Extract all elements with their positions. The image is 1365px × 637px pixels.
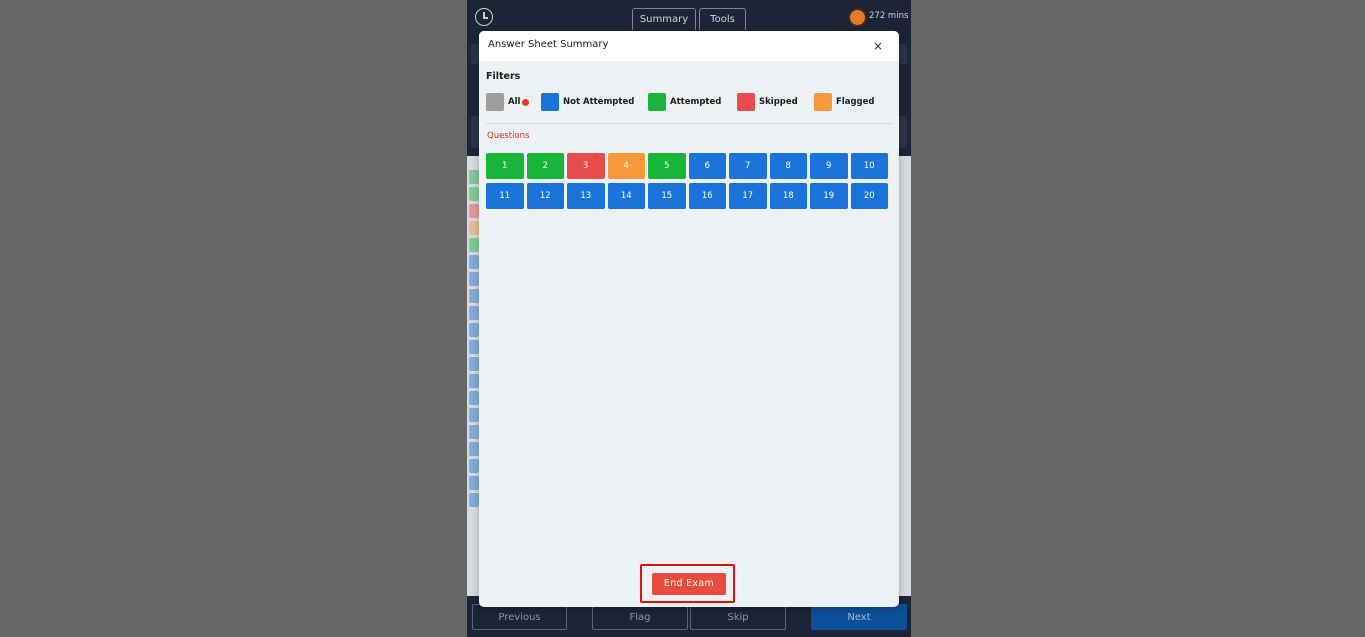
questions-heading: Questions	[487, 131, 530, 141]
active-filter-indicator	[522, 99, 529, 106]
sidebar-question-marker	[469, 391, 479, 405]
filter-attempted-label: Attempted	[670, 97, 722, 107]
close-icon[interactable]: ×	[871, 39, 885, 53]
sidebar-question-marker	[469, 306, 479, 320]
filters-heading: Filters	[486, 71, 521, 82]
skip-button[interactable]: Skip	[690, 604, 786, 630]
tab-summary[interactable]: Summary	[632, 8, 696, 30]
filter-flagged-label: Flagged	[836, 97, 875, 107]
question-button-17[interactable]: 17	[729, 183, 767, 209]
clock-icon	[475, 8, 493, 26]
sidebar-question-marker	[469, 493, 479, 507]
divider	[486, 123, 892, 124]
tab-tools[interactable]: Tools	[699, 8, 746, 30]
answer-sheet-summary-modal: Answer Sheet Summary × Filters All Not A…	[479, 31, 899, 607]
sidebar-question-marker	[469, 221, 479, 235]
filter-not-attempted[interactable]: Not Attempted	[541, 93, 635, 111]
filter-all-label: All	[508, 97, 521, 107]
question-button-13[interactable]: 13	[567, 183, 605, 209]
question-button-1[interactable]: 1	[486, 153, 524, 179]
end-exam-button[interactable]: End Exam	[652, 573, 726, 595]
sidebar-question-marker	[469, 408, 479, 422]
previous-button[interactable]: Previous	[472, 604, 567, 630]
sidebar-question-marker	[469, 170, 479, 184]
question-button-14[interactable]: 14	[607, 183, 645, 209]
filter-not-attempted-swatch	[541, 93, 559, 111]
sidebar-question-marker	[469, 289, 479, 303]
filter-all-swatch	[486, 93, 504, 111]
sidebar-question-marker	[469, 442, 479, 456]
filter-flagged[interactable]: Flagged	[814, 93, 876, 111]
question-button-10[interactable]: 10	[850, 153, 888, 179]
question-button-2[interactable]: 2	[526, 153, 564, 179]
question-button-18[interactable]: 18	[769, 183, 807, 209]
modal-header: Answer Sheet Summary ×	[479, 31, 899, 61]
question-button-12[interactable]: 12	[526, 183, 564, 209]
sidebar-question-marker	[469, 374, 479, 388]
filter-skipped[interactable]: Skipped	[737, 93, 798, 111]
question-button-3[interactable]: 3	[567, 153, 605, 179]
question-button-4[interactable]: 4	[607, 153, 645, 179]
modal-title: Answer Sheet Summary	[488, 39, 609, 50]
sidebar-question-marker	[469, 238, 479, 252]
next-button[interactable]: Next	[811, 604, 907, 630]
sidebar-question-marker	[469, 272, 479, 286]
question-button-16[interactable]: 16	[688, 183, 726, 209]
sidebar-question-marker	[469, 357, 479, 371]
filter-skipped-swatch	[737, 93, 755, 111]
sidebar-question-marker	[469, 187, 479, 201]
question-button-6[interactable]: 6	[688, 153, 726, 179]
question-button-19[interactable]: 19	[810, 183, 848, 209]
sidebar-question-marker	[469, 476, 479, 490]
filter-all[interactable]: All	[486, 93, 530, 111]
question-button-20[interactable]: 20	[850, 183, 888, 209]
sidebar-question-marker	[469, 204, 479, 218]
filter-attempted-swatch	[648, 93, 666, 111]
question-button-8[interactable]: 8	[769, 153, 807, 179]
timer-remaining: 272 mins	[869, 11, 909, 21]
question-button-7[interactable]: 7	[729, 153, 767, 179]
sidebar-question-marker	[469, 323, 479, 337]
filter-attempted[interactable]: Attempted	[648, 93, 722, 111]
timer-icon	[848, 8, 867, 27]
sidebar-question-marker	[469, 425, 479, 439]
filter-skipped-label: Skipped	[759, 97, 798, 107]
question-button-5[interactable]: 5	[648, 153, 686, 179]
question-button-15[interactable]: 15	[648, 183, 686, 209]
flag-button[interactable]: Flag	[592, 604, 688, 630]
sidebar-question-marker	[469, 340, 479, 354]
sidebar-question-marker	[469, 255, 479, 269]
filter-not-attempted-label: Not Attempted	[563, 97, 635, 107]
question-button-9[interactable]: 9	[810, 153, 848, 179]
sidebar-question-marker	[469, 459, 479, 473]
question-grid: 1 2 3 4 5 6 7 8 9 10 11 12 13 14 15 16 17 18 19 20	[486, 153, 890, 209]
question-button-11[interactable]: 11	[486, 183, 524, 209]
filter-flagged-swatch	[814, 93, 832, 111]
